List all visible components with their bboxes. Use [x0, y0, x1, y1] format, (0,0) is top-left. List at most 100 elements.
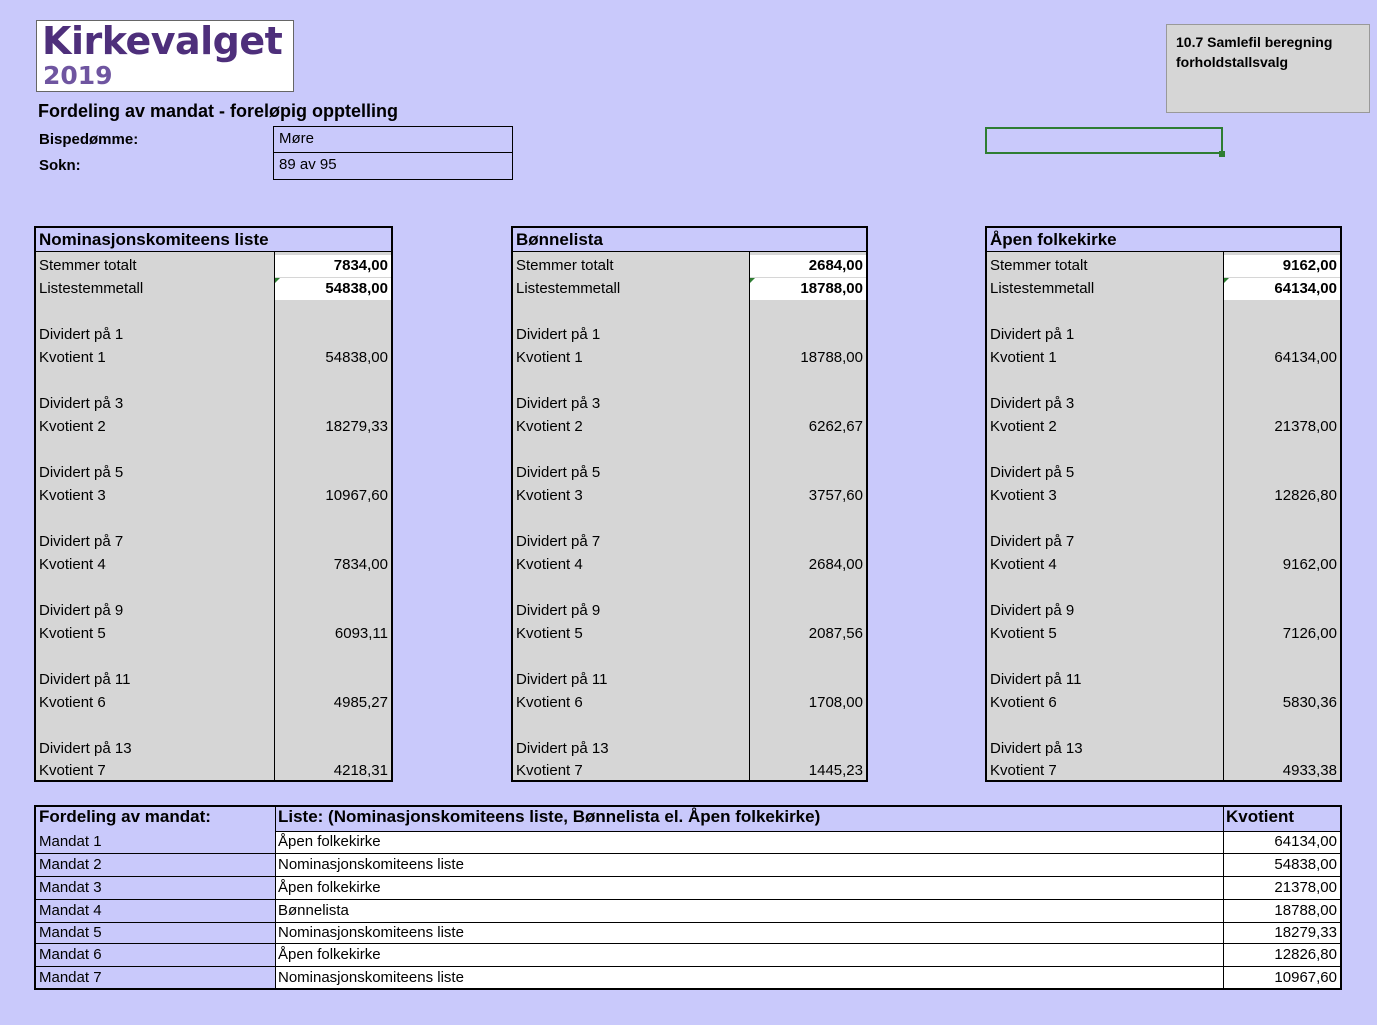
liste-cell[interactable]: Åpen folkekirke	[278, 946, 381, 963]
bispedomme-cell[interactable]: Møre	[273, 126, 513, 153]
divisor-label: Dividert på 13	[39, 740, 132, 757]
fill-handle[interactable]	[1219, 151, 1225, 157]
column-divider	[1223, 252, 1224, 780]
column-divider	[274, 252, 275, 780]
page-subtitle: Fordeling av mandat - foreløpig opptelli…	[38, 101, 398, 121]
mandat-cell[interactable]: Mandat 1	[39, 833, 102, 850]
quotient-value[interactable]: 6093,11	[335, 625, 388, 642]
quotient-value[interactable]: 7834,00	[334, 556, 388, 573]
mandat-cell[interactable]: Mandat 5	[39, 924, 102, 941]
quotient-value[interactable]: 64134,00	[1274, 349, 1337, 366]
quotient-label: Kvotient 6	[516, 694, 583, 711]
table-row[interactable]: Mandat 1 Åpen folkekirke 64134,00	[36, 831, 1340, 854]
quotient-value[interactable]: 12826,80	[1274, 487, 1337, 504]
divisor-label: Dividert på 3	[39, 395, 124, 412]
stemmer-value[interactable]: 2684,00	[750, 255, 866, 277]
kvotient-cell[interactable]: 18279,33	[1274, 924, 1337, 941]
listestemmetall-value[interactable]: 54838,00	[275, 278, 391, 300]
panel-title: Åpen folkekirke	[987, 228, 1340, 252]
table-row[interactable]: Mandat 5 Nominasjonskomiteens liste 1827…	[36, 923, 1340, 944]
quotient-value[interactable]: 1445,23	[809, 762, 863, 779]
quotient-value[interactable]: 9162,00	[1283, 556, 1337, 573]
quotient-value[interactable]: 21378,00	[1274, 418, 1337, 435]
mandat-cell[interactable]: Mandat 4	[39, 902, 102, 919]
quotient-label: Kvotient 5	[990, 625, 1057, 642]
file-note-box[interactable]: 10.7 Samlefil beregning forholdstallsval…	[1166, 24, 1370, 113]
mandat-cell[interactable]: Mandat 6	[39, 946, 102, 963]
selected-cell[interactable]	[985, 127, 1223, 154]
divisor-label: Dividert på 1	[39, 326, 124, 343]
quotient-value[interactable]: 1708,00	[809, 694, 863, 711]
header-liste: Liste: (Nominasjonskomiteens liste, Bønn…	[278, 807, 821, 826]
header-mandat: Fordeling av mandat:	[39, 807, 211, 826]
kvotient-cell[interactable]: 12826,80	[1274, 946, 1337, 963]
kvotient-cell[interactable]: 64134,00	[1274, 833, 1337, 850]
results-body: Mandat 1 Åpen folkekirke 64134,00 Mandat…	[36, 831, 1340, 988]
listestemmetall-label: Listestemmetall	[990, 280, 1095, 297]
quotient-value[interactable]: 54838,00	[325, 349, 388, 366]
quotient-label: Kvotient 5	[39, 625, 106, 642]
kvotient-cell[interactable]: 18788,00	[1274, 902, 1337, 919]
kvotient-cell[interactable]: 54838,00	[1274, 856, 1337, 873]
cell-comment-marker	[750, 278, 755, 283]
listestemmetall-label: Listestemmetall	[516, 280, 621, 297]
divisor-label: Dividert på 1	[516, 326, 601, 343]
divisor-label: Dividert på 9	[990, 602, 1075, 619]
liste-cell[interactable]: Bønnelista	[278, 902, 349, 919]
quotient-value[interactable]: 7126,00	[1283, 625, 1337, 642]
quotient-label: Kvotient 3	[39, 487, 106, 504]
quotient-value[interactable]: 6262,67	[809, 418, 863, 435]
quotient-label: Kvotient 6	[39, 694, 106, 711]
stemmer-value[interactable]: 7834,00	[275, 255, 391, 277]
cell-comment-marker	[1224, 278, 1229, 283]
divisor-label: Dividert på 13	[990, 740, 1083, 757]
quotient-label: Kvotient 3	[516, 487, 583, 504]
table-row[interactable]: Mandat 6 Åpen folkekirke 12826,80	[36, 944, 1340, 967]
quotient-value[interactable]: 18279,33	[325, 418, 388, 435]
quotient-value[interactable]: 5830,36	[1283, 694, 1337, 711]
liste-cell[interactable]: Åpen folkekirke	[278, 879, 381, 896]
sokn-cell[interactable]: 89 av 95	[273, 152, 513, 180]
column-divider	[275, 807, 276, 988]
quotient-value[interactable]: 4218,31	[334, 762, 388, 779]
liste-cell[interactable]: Nominasjonskomiteens liste	[278, 969, 464, 986]
divisor-label: Dividert på 5	[39, 464, 124, 481]
stemmer-value[interactable]: 9162,00	[1224, 255, 1340, 277]
divisor-label: Dividert på 11	[516, 671, 608, 688]
quotient-label: Kvotient 7	[990, 762, 1057, 779]
quotient-label: Kvotient 2	[39, 418, 106, 435]
quotient-label: Kvotient 2	[990, 418, 1057, 435]
mandat-cell[interactable]: Mandat 7	[39, 969, 102, 986]
quotient-value[interactable]: 2087,56	[809, 625, 863, 642]
table-row[interactable]: Mandat 2 Nominasjonskomiteens liste 5483…	[36, 854, 1340, 877]
quotient-label: Kvotient 4	[39, 556, 106, 573]
mandat-cell[interactable]: Mandat 2	[39, 856, 102, 873]
cell-comment-marker	[275, 278, 280, 283]
panel-nominasjonskomiteens-liste: Nominasjonskomiteens liste Stemmer total…	[34, 226, 393, 782]
stemmer-label: Stemmer totalt	[39, 257, 137, 274]
kvotient-cell[interactable]: 10967,60	[1274, 969, 1337, 986]
divisor-label: Dividert på 7	[990, 533, 1075, 550]
quotient-value[interactable]: 3757,60	[809, 487, 863, 504]
quotient-value[interactable]: 2684,00	[809, 556, 863, 573]
listestemmetall-value[interactable]: 64134,00	[1224, 278, 1340, 300]
listestemmetall-label: Listestemmetall	[39, 280, 144, 297]
table-row[interactable]: Mandat 3 Åpen folkekirke 21378,00	[36, 877, 1340, 900]
liste-cell[interactable]: Åpen folkekirke	[278, 833, 381, 850]
quotient-value[interactable]: 4933,38	[1283, 762, 1337, 779]
table-row[interactable]: Mandat 7 Nominasjonskomiteens liste 1096…	[36, 967, 1340, 990]
table-row[interactable]: Mandat 4 Bønnelista 18788,00	[36, 900, 1340, 923]
stemmer-label: Stemmer totalt	[990, 257, 1088, 274]
quotient-value[interactable]: 4985,27	[334, 694, 388, 711]
mandat-cell[interactable]: Mandat 3	[39, 879, 102, 896]
liste-cell[interactable]: Nominasjonskomiteens liste	[278, 856, 464, 873]
quotient-value[interactable]: 18788,00	[800, 349, 863, 366]
kvotient-cell[interactable]: 21378,00	[1274, 879, 1337, 896]
divisor-label: Dividert på 11	[990, 671, 1082, 688]
quotient-label: Kvotient 7	[39, 762, 106, 779]
liste-cell[interactable]: Nominasjonskomiteens liste	[278, 924, 464, 941]
panel-title: Nominasjonskomiteens liste	[36, 228, 391, 252]
divisor-label: Dividert på 9	[516, 602, 601, 619]
quotient-value[interactable]: 10967,60	[325, 487, 388, 504]
listestemmetall-value[interactable]: 18788,00	[750, 278, 866, 300]
